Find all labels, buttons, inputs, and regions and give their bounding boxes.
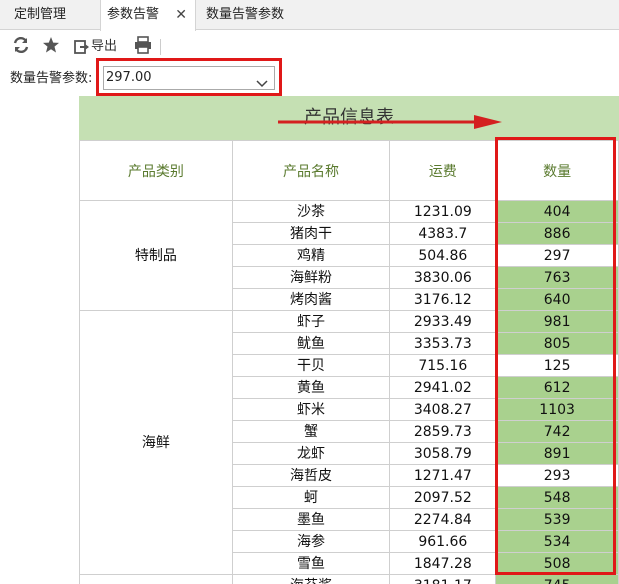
- freight-cell: 1271.47: [389, 464, 497, 487]
- param-highlight-box: [96, 58, 282, 96]
- export-icon: [74, 40, 89, 54]
- product-name-cell: 猪肉干: [231, 222, 391, 245]
- quantity-cell: 745: [495, 574, 619, 584]
- product-name-cell: 虾子: [231, 310, 391, 333]
- product-name-cell: 烤肉酱: [231, 288, 391, 311]
- table-row: 海苔酱3181.17745: [79, 574, 619, 584]
- freight-cell: 2941.02: [389, 376, 497, 399]
- print-icon[interactable]: [134, 36, 152, 58]
- freight-cell: 4383.7: [389, 222, 497, 245]
- freight-cell: 3176.12: [389, 288, 497, 311]
- category-cell: 特制品: [79, 200, 233, 311]
- header-freight: 运费: [389, 140, 497, 201]
- toolbar-separator: [160, 39, 161, 55]
- freight-cell: 715.16: [389, 354, 497, 377]
- export-button[interactable]: 导出: [74, 36, 117, 58]
- toolbar: 导出: [0, 31, 619, 63]
- freight-cell: 2097.52: [389, 486, 497, 509]
- product-name-cell: 虾米: [231, 398, 391, 421]
- product-name-cell: 海参: [231, 530, 391, 553]
- freight-cell: 1847.28: [389, 552, 497, 575]
- freight-cell: 3408.27: [389, 398, 497, 421]
- tab-parameter-alert[interactable]: 参数告警 ✕: [100, 0, 196, 31]
- quantity-highlight-box: [495, 137, 616, 575]
- freight-cell: 3181.17: [389, 574, 497, 584]
- freight-cell: 1231.09: [389, 200, 497, 223]
- tab-label: 数量告警参数: [206, 7, 285, 22]
- product-name-cell: 黄鱼: [231, 376, 391, 399]
- close-icon[interactable]: ✕: [175, 0, 187, 30]
- tab-label: 参数告警: [107, 7, 160, 22]
- freight-cell: 504.86: [389, 244, 497, 267]
- category-cell: 海鲜: [79, 310, 233, 575]
- export-label: 导出: [91, 39, 118, 54]
- product-name-cell: 干贝: [231, 354, 391, 377]
- product-name-cell: 海哲皮: [231, 464, 391, 487]
- refresh-icon[interactable]: [12, 36, 30, 58]
- product-name-cell: 海苔酱: [231, 574, 391, 584]
- arrow-annotation: [278, 115, 502, 129]
- header-category: 产品类别: [79, 140, 233, 201]
- product-name-cell: 龙虾: [231, 442, 391, 465]
- product-name-cell: 鱿鱼: [231, 332, 391, 355]
- param-label: 数量告警参数:: [10, 71, 93, 86]
- freight-cell: 3058.79: [389, 442, 497, 465]
- freight-cell: 2933.49: [389, 310, 497, 333]
- freight-cell: 961.66: [389, 530, 497, 553]
- tab-quantity-alert-param[interactable]: 数量告警参数: [200, 0, 310, 30]
- product-name-cell: 墨鱼: [231, 508, 391, 531]
- freight-cell: 3830.06: [389, 266, 497, 289]
- freight-cell: 2859.73: [389, 420, 497, 443]
- tab-bar: 定制管理 参数告警 ✕ 数量告警参数: [0, 0, 619, 31]
- product-name-cell: 鸡精: [231, 244, 391, 267]
- tab-label: 定制管理: [14, 7, 67, 22]
- product-name-cell: 蟹: [231, 420, 391, 443]
- product-name-cell: 雪鱼: [231, 552, 391, 575]
- freight-cell: 2274.84: [389, 508, 497, 531]
- product-name-cell: 蚵: [231, 486, 391, 509]
- tab-custom-management[interactable]: 定制管理: [8, 0, 96, 30]
- star-icon[interactable]: [42, 36, 60, 58]
- category-cell: [79, 574, 233, 584]
- header-product-name: 产品名称: [231, 140, 391, 201]
- product-name-cell: 沙茶: [231, 200, 391, 223]
- freight-cell: 3353.73: [389, 332, 497, 355]
- product-name-cell: 海鲜粉: [231, 266, 391, 289]
